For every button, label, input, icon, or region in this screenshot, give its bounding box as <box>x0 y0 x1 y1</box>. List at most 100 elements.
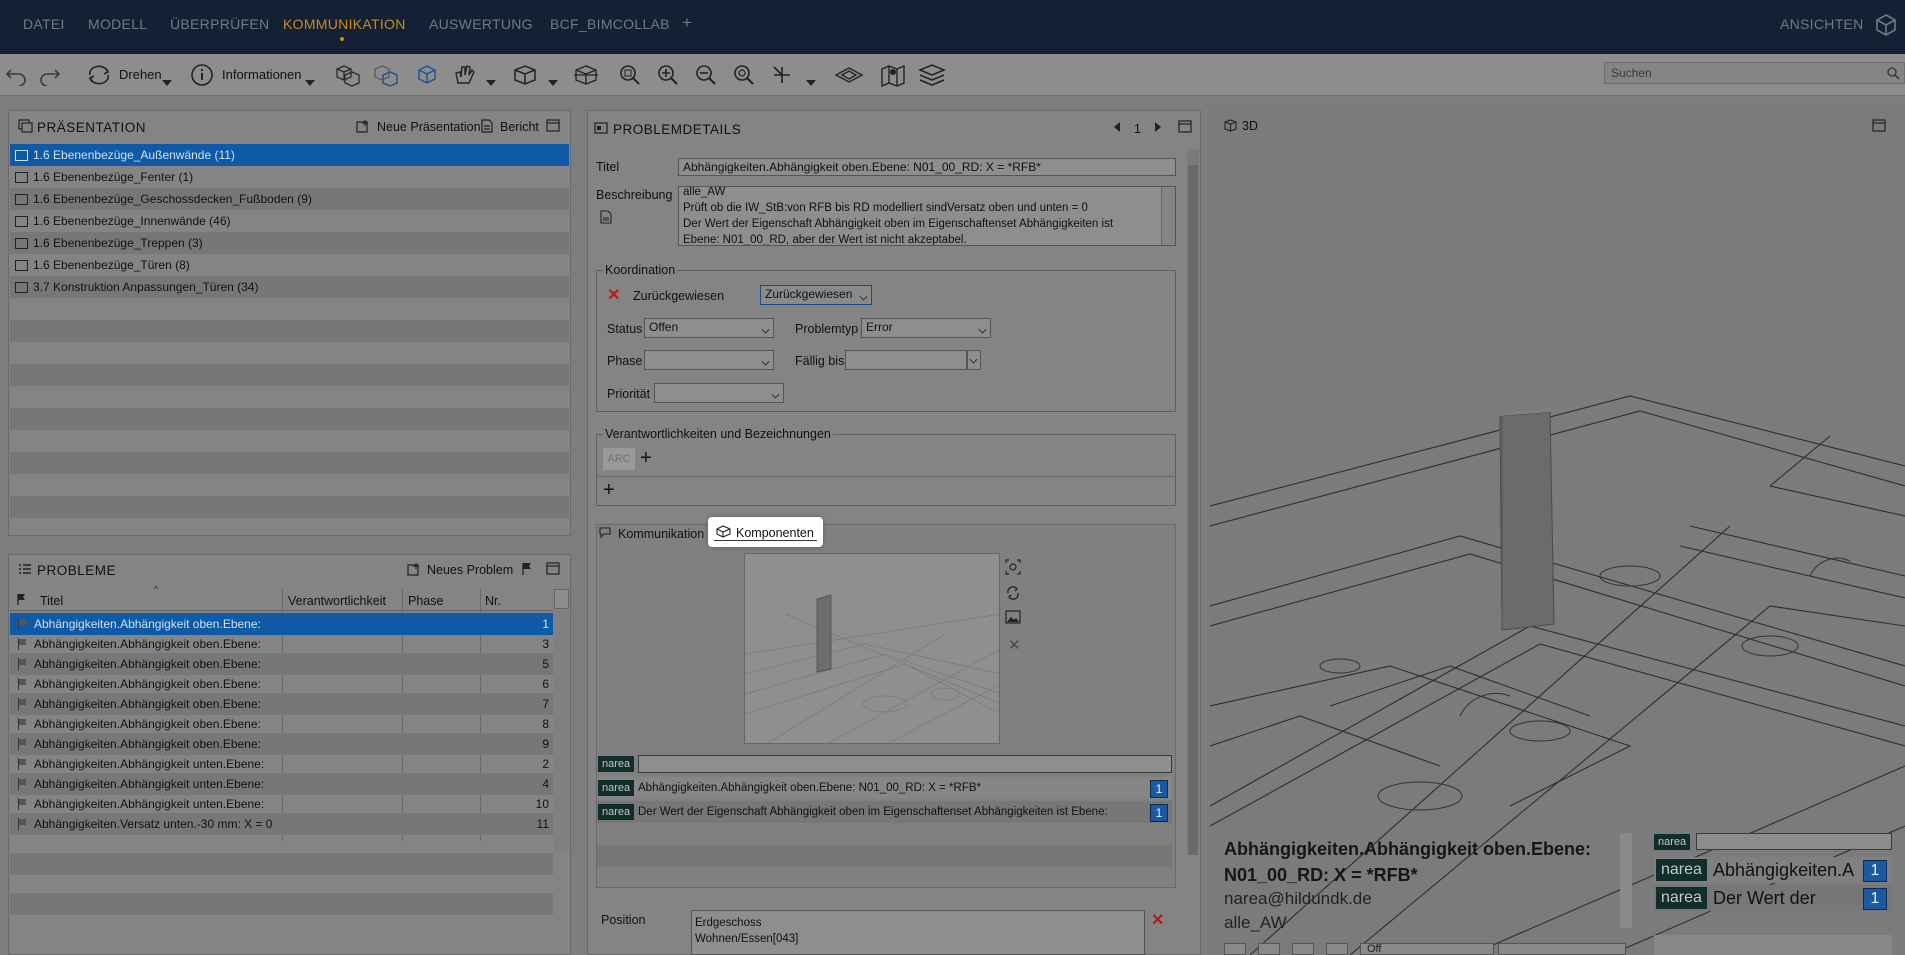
info-icon[interactable] <box>190 62 214 88</box>
viewpoint-thumbnail[interactable] <box>744 553 1000 744</box>
drehen-dropdown-icon[interactable] <box>162 70 172 96</box>
table-row[interactable]: Abhängigkeiten.Abhängigkeit oben.Ebene: 1 <box>10 613 553 635</box>
zoom-to-viewpoint-icon[interactable] <box>1005 559 1021 578</box>
column-title[interactable]: Titel <box>40 594 63 608</box>
new-presentation-button[interactable]: Neue Präsentation <box>377 120 481 134</box>
refresh-viewpoint-icon[interactable] <box>1005 585 1021 604</box>
overlay-mode-select[interactable]: Off <box>1360 943 1494 955</box>
table-row[interactable]: Abhängigkeiten.Abhängigkeit unten.Ebene:… <box>10 793 553 815</box>
next-frame-button[interactable] <box>1258 943 1280 955</box>
overlay-comment-input[interactable] <box>1696 833 1892 850</box>
rotate-icon[interactable] <box>86 62 112 88</box>
tab-kommunikation[interactable]: Kommunikation <box>618 527 704 541</box>
drehen-label[interactable]: Drehen <box>119 67 162 82</box>
redo-icon[interactable] <box>38 62 62 88</box>
delete-viewpoint-icon[interactable]: ✕ <box>1008 636 1021 654</box>
prioritaet-select[interactable] <box>654 383 784 403</box>
menu-modell[interactable]: MODELL <box>88 16 147 32</box>
faellig-date-field[interactable] <box>845 350 967 370</box>
new-problem-button[interactable]: Neues Problem <box>427 563 513 577</box>
table-row[interactable]: Abhängigkeiten.Versatz unten.-30 mm: X =… <box>10 813 553 835</box>
menu-datei[interactable]: DATEI <box>23 16 65 32</box>
description-attachment-icon[interactable] <box>600 210 612 227</box>
problems-scrollbar[interactable] <box>554 611 569 851</box>
informationen-label[interactable]: Informationen <box>222 67 302 82</box>
play-button[interactable] <box>1224 943 1246 955</box>
show-all-objects-icon[interactable] <box>334 62 362 88</box>
presentation-item[interactable]: 1.6 Ebenenbezüge_Treppen (3) <box>10 232 569 254</box>
measure-dropdown-icon[interactable] <box>806 70 816 96</box>
presentation-item[interactable]: 1.6 Ebenenbezüge_Außenwände (11) <box>10 144 569 166</box>
presentation-panel-layout-icon[interactable] <box>546 119 560 135</box>
new-problem-icon[interactable] <box>407 562 421 579</box>
description-scrollbar[interactable] <box>1161 187 1175 245</box>
column-phase[interactable]: Phase <box>408 594 443 608</box>
layers-stack-icon[interactable] <box>918 62 946 88</box>
position-field[interactable]: Erdgeschoss Wohnen/Essen[043] <box>691 910 1145 955</box>
add-responsibility-icon[interactable]: + <box>640 448 652 468</box>
flag-filter-icon[interactable] <box>521 562 533 579</box>
box-view-icon[interactable] <box>512 62 538 88</box>
zoom-out-button[interactable] <box>1326 943 1348 955</box>
remove-position-icon[interactable]: ✕ <box>1151 910 1164 930</box>
box-view-dropdown-icon[interactable] <box>548 70 558 96</box>
informationen-dropdown-icon[interactable] <box>305 70 315 96</box>
new-presentation-icon[interactable] <box>356 119 370 136</box>
menu-ansichten[interactable]: ANSICHTEN <box>1780 16 1864 32</box>
views-cube-icon[interactable] <box>1874 13 1898 40</box>
title-field[interactable]: Abhängigkeiten.Abhängigkeit oben.Ebene: … <box>678 158 1176 176</box>
description-field[interactable]: alle_AW Prüft ob die IW_StB:von RFB bis … <box>678 186 1176 246</box>
problems-panel-layout-icon[interactable] <box>546 562 560 578</box>
fly-dropdown-icon[interactable] <box>486 70 496 96</box>
zoom-out-icon[interactable] <box>694 62 718 88</box>
3d-panel-layout-icon[interactable] <box>1872 119 1886 135</box>
menu-auswertung[interactable]: AUSWERTUNG <box>429 16 533 32</box>
overlay-scrollbar[interactable] <box>1620 833 1632 928</box>
zoom-extents-icon[interactable] <box>732 62 756 88</box>
table-row[interactable]: Abhängigkeiten.Abhängigkeit oben.Ebene: 3 <box>10 633 553 655</box>
section-box-icon[interactable] <box>572 62 600 88</box>
zoom-in-icon[interactable] <box>656 62 680 88</box>
rejected-select[interactable]: Zurückgewiesen <box>760 285 872 305</box>
tab-komponenten[interactable]: Komponenten <box>708 517 823 547</box>
presentation-item[interactable]: 1.6 Ebenenbezüge_Geschossdecken_Fußboden… <box>10 188 569 210</box>
column-verantwortlichkeit[interactable]: Verantwortlichkeit <box>288 594 386 608</box>
previous-problem-icon[interactable] <box>1112 121 1122 136</box>
table-row[interactable]: Abhängigkeiten.Abhängigkeit oben.Ebene: 8 <box>10 713 553 735</box>
details-scrollbar[interactable] <box>1187 149 1199 855</box>
table-row[interactable]: Abhängigkeiten.Abhängigkeit oben.Ebene: 5 <box>10 653 553 675</box>
presentation-item[interactable]: 3.7 Konstruktion Anpassungen_Türen (34) <box>10 276 569 298</box>
table-row[interactable]: Abhängigkeiten.Abhängigkeit unten.Ebene:… <box>10 753 553 775</box>
arc-tag[interactable]: ARC <box>603 448 635 470</box>
details-scrollbar-thumb[interactable] <box>1188 165 1198 855</box>
add-label-icon[interactable]: + <box>603 480 615 500</box>
menu-ueberpruefen[interactable]: ÜBERPRÜFEN <box>170 16 269 32</box>
date-picker-button[interactable] <box>967 350 981 370</box>
report-button[interactable]: Bericht <box>500 120 539 134</box>
search-input[interactable]: Suchen <box>1604 62 1905 84</box>
phase-select[interactable] <box>644 350 774 370</box>
presentation-item[interactable]: 1.6 Ebenenbezüge_Fenter (1) <box>10 166 569 188</box>
report-icon[interactable] <box>481 119 493 136</box>
overlay-secondary-select[interactable] <box>1498 943 1626 955</box>
3d-view[interactable] <box>1210 106 1905 955</box>
zoom-selection-icon[interactable] <box>618 62 642 88</box>
zoom-in-button[interactable] <box>1292 943 1314 955</box>
table-row[interactable]: Abhängigkeiten.Abhängigkeit unten.Ebene:… <box>10 773 553 795</box>
next-problem-icon[interactable] <box>1153 121 1163 136</box>
menu-add-tab[interactable]: + <box>682 13 692 33</box>
fly-hand-icon[interactable] <box>452 62 478 88</box>
selected-object-icon[interactable] <box>416 62 438 88</box>
presentation-item[interactable]: 1.6 Ebenenbezüge_Türen (8) <box>10 254 569 276</box>
details-panel-layout-icon[interactable] <box>1178 120 1192 136</box>
column-chooser-icon[interactable] <box>554 589 569 609</box>
image-icon[interactable] <box>1005 610 1021 627</box>
layers-flat-icon[interactable] <box>834 62 864 88</box>
table-row[interactable]: Abhängigkeiten.Abhängigkeit oben.Ebene: 9 <box>10 733 553 755</box>
table-row[interactable]: Abhängigkeiten.Abhängigkeit oben.Ebene: 7 <box>10 693 553 715</box>
isolate-objects-icon[interactable] <box>372 62 400 88</box>
menu-bcf-bimcollab[interactable]: BCF_BIMCOLLAB <box>550 16 670 32</box>
measure-icon[interactable] <box>770 62 794 88</box>
status-select[interactable]: Offen <box>644 318 774 338</box>
problemtyp-select[interactable]: Error <box>861 318 991 338</box>
